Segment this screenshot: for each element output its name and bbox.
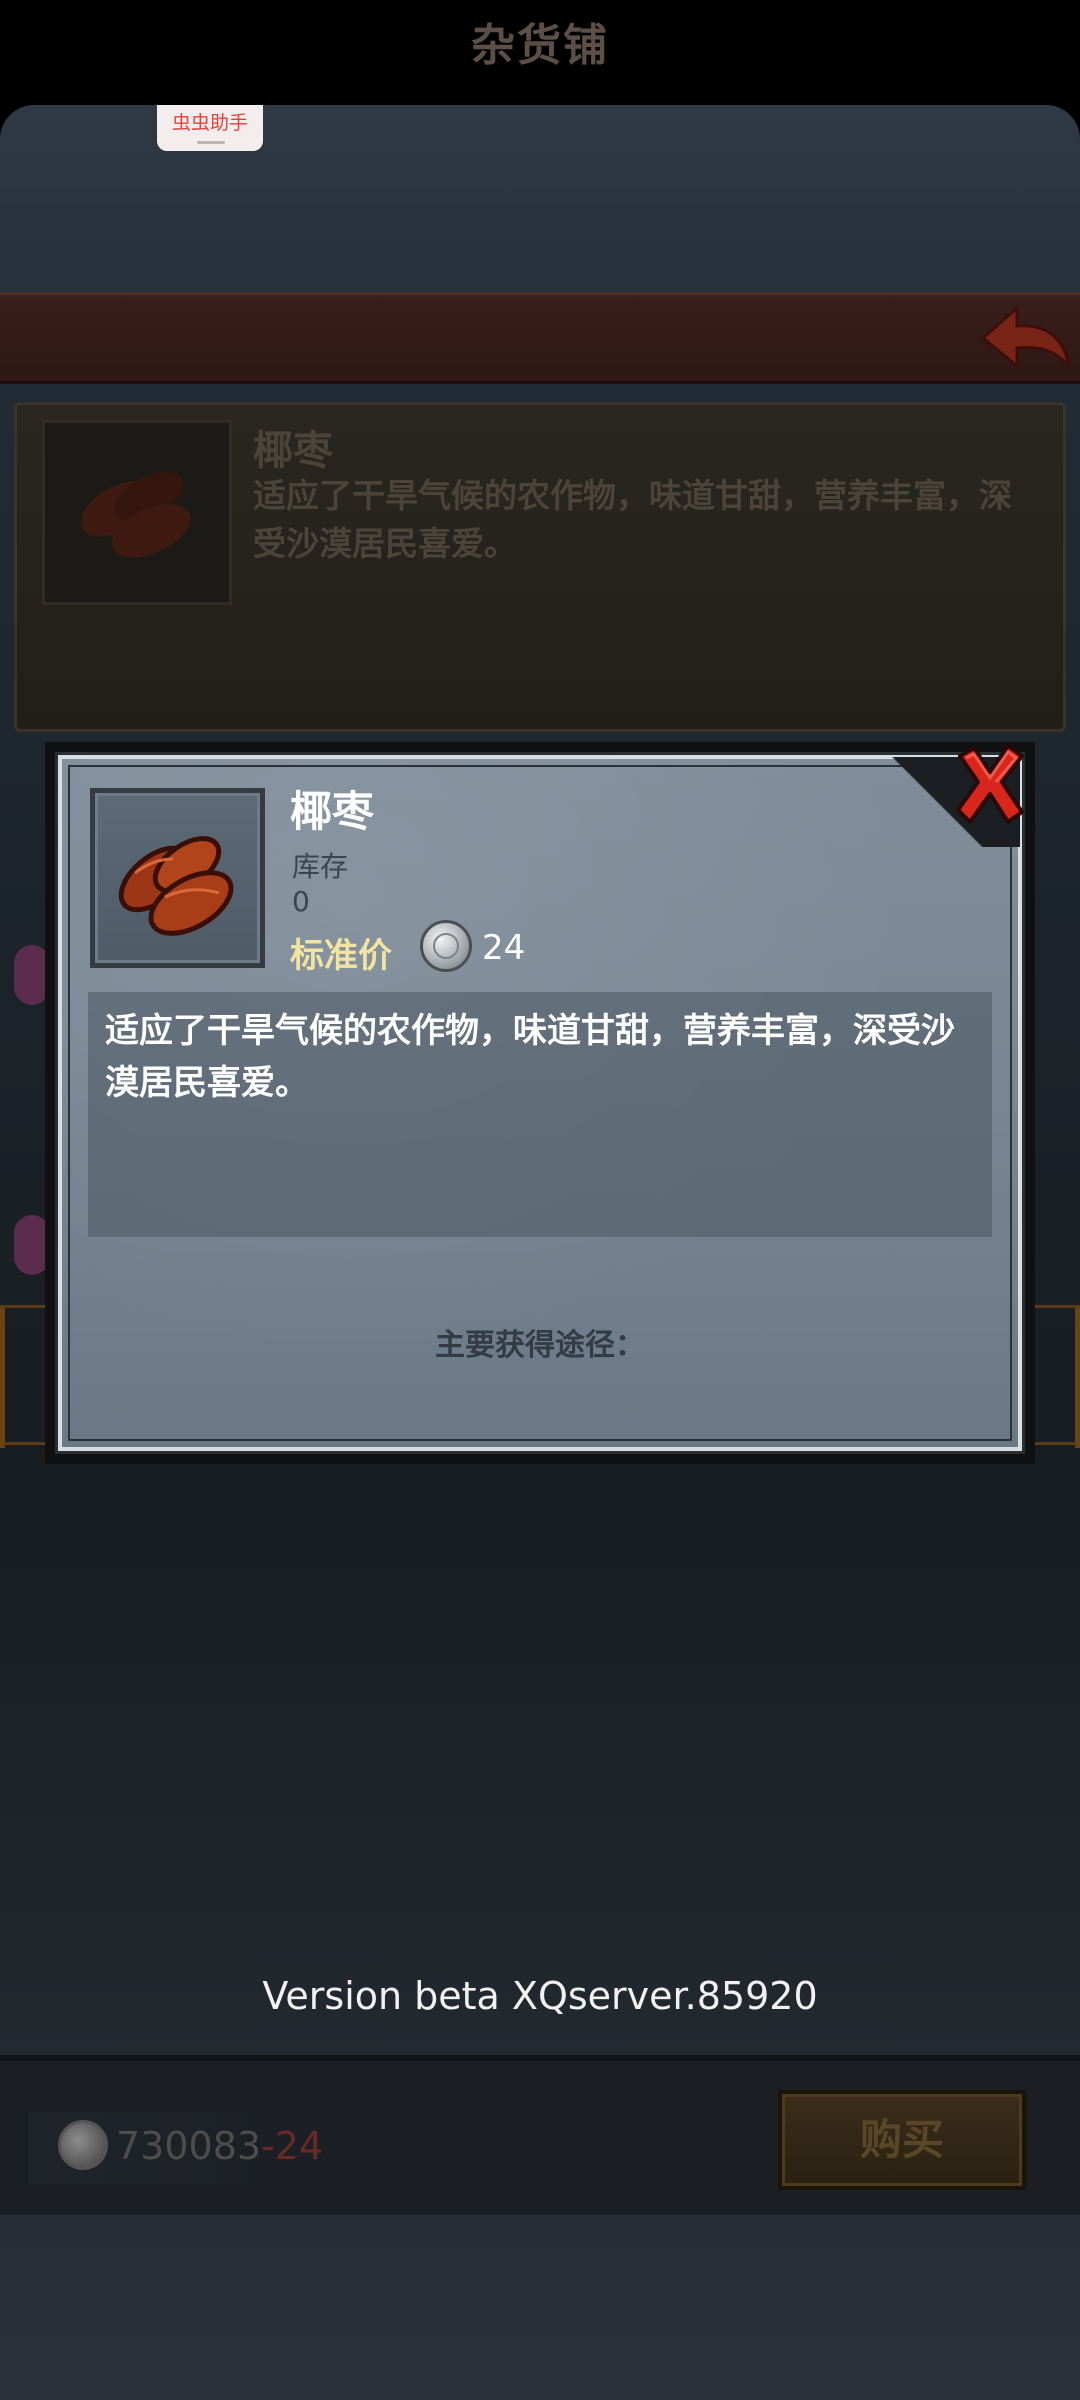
money-display: 730083-24 — [116, 2124, 323, 2168]
close-icon[interactable] — [950, 742, 1030, 826]
item-detail-name: 椰枣 — [253, 428, 333, 474]
money-cost: -24 — [261, 2124, 324, 2168]
back-arrow-icon[interactable] — [975, 300, 1075, 380]
acquisition-source-label: 主要获得途径： — [435, 1328, 645, 1363]
screen: 虫虫助手 杂货铺 椰枣 适应了干旱气候的农作物，味道甘甜，营养丰富，深受沙漠居民… — [0, 0, 1080, 2400]
buy-button[interactable]: 购买 — [778, 2090, 1026, 2190]
popup-item-description: 适应了干旱气候的农作物，味道甘甜，营养丰富，深受沙漠居民喜爱。 — [105, 1011, 955, 1103]
coin-emblem — [433, 933, 459, 959]
helper-tag-handle — [197, 141, 225, 144]
page-title: 杂货铺 — [471, 20, 609, 71]
item-detail-description: 适应了干旱气候的农作物，味道甘甜，营养丰富，深受沙漠居民喜爱。 — [253, 476, 1012, 563]
price-label: 标准价 — [290, 936, 392, 976]
date-fruit-icon — [80, 471, 191, 558]
money-amount: 730083 — [116, 2124, 262, 2168]
helper-tag[interactable]: 虫虫助手 — [157, 105, 263, 151]
popup-item-name: 椰枣 — [290, 787, 375, 836]
price-value: 24 — [482, 928, 526, 968]
silver-coin-icon — [58, 2120, 108, 2170]
stock-label: 库存 — [292, 850, 349, 883]
date-fruit-icon — [118, 836, 234, 936]
title-bar — [0, 292, 1080, 384]
helper-tag-label: 虫虫助手 — [171, 112, 248, 134]
popup-item-icon-frame — [90, 788, 265, 968]
version-text: Version beta XQserver.85920 — [262, 1974, 818, 2018]
item-detail-icon-frame — [42, 420, 232, 605]
silver-coin-icon — [420, 920, 472, 972]
stock-value: 0 — [292, 885, 310, 918]
